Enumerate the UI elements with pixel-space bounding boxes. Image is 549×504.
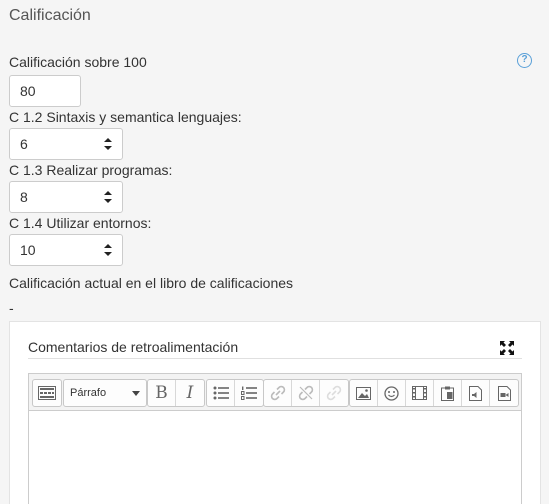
toolbar-group-text: B I	[147, 379, 205, 407]
toolbar-group-links	[263, 379, 349, 407]
anchor-link-icon	[326, 385, 342, 401]
bullet-list-button[interactable]	[207, 380, 235, 406]
film-icon	[412, 386, 427, 400]
italic-button[interactable]: I	[176, 380, 204, 406]
editor-toolbar: Párrafo B I	[28, 373, 522, 411]
criterion-label: C 1.3 Realizar programas:	[9, 162, 173, 178]
criterion-select[interactable]: 10	[9, 234, 123, 266]
select-arrows-icon	[104, 191, 112, 203]
current-grade-value: -	[9, 300, 14, 316]
section-title: Calificación	[9, 7, 91, 24]
criterion-select[interactable]: 8	[9, 181, 123, 213]
insert-image-button[interactable]	[350, 380, 378, 406]
toolbar-group-format: Párrafo	[63, 379, 147, 407]
criterion-select-value: 8	[20, 189, 28, 205]
video-file-icon	[497, 385, 511, 401]
toolbar-group-lists	[206, 379, 264, 407]
emoticon-button[interactable]	[378, 380, 406, 406]
criterion-select-value: 10	[20, 242, 36, 258]
unlink-button[interactable]	[292, 380, 320, 406]
criterion-select[interactable]: 6	[9, 128, 123, 160]
select-arrows-icon	[104, 138, 112, 150]
bullet-list-icon	[213, 386, 229, 400]
insert-media-button[interactable]	[406, 380, 434, 406]
unlink-icon	[298, 385, 313, 401]
toolbar-group-media	[349, 379, 519, 407]
current-grade-label: Calificación actual en el libro de calif…	[9, 275, 294, 291]
numbered-list-button[interactable]	[235, 380, 263, 406]
toolbar-toggle-button[interactable]	[33, 380, 61, 406]
record-audio-button[interactable]	[462, 380, 490, 406]
grade-label: Calificación sobre 100	[9, 54, 147, 70]
manage-files-button[interactable]	[434, 380, 462, 406]
image-icon	[356, 386, 371, 400]
record-video-button[interactable]	[490, 380, 518, 406]
clipboard-icon	[441, 386, 454, 401]
feedback-editor[interactable]	[28, 410, 522, 504]
toolbar-group-toggle	[32, 379, 62, 407]
audio-file-icon	[469, 385, 482, 401]
keyboard-icon	[38, 386, 56, 400]
criterion-select-value: 6	[20, 136, 28, 152]
feedback-title: Comentarios de retroalimentación	[28, 339, 239, 355]
criterion-label: C 1.4 Utilizar entornos:	[9, 215, 152, 231]
link-button[interactable]	[264, 380, 292, 406]
chevron-down-icon	[132, 390, 140, 396]
grade-input[interactable]: 80	[9, 75, 81, 107]
anchor-button[interactable]	[320, 380, 348, 406]
paragraph-format-value: Párrafo	[70, 387, 107, 399]
bold-button[interactable]: B	[148, 380, 176, 406]
criterion-label: C 1.2 Sintaxis y semantica lenguajes:	[9, 109, 242, 125]
divider	[28, 358, 522, 359]
smiley-icon	[384, 385, 399, 401]
paragraph-format-select[interactable]: Párrafo	[64, 380, 146, 406]
question-circle-icon[interactable]: ?	[517, 53, 532, 68]
link-icon	[270, 385, 285, 401]
fullscreen-icon[interactable]	[500, 341, 514, 355]
select-arrows-icon	[104, 244, 112, 256]
numbered-list-icon	[241, 386, 257, 400]
